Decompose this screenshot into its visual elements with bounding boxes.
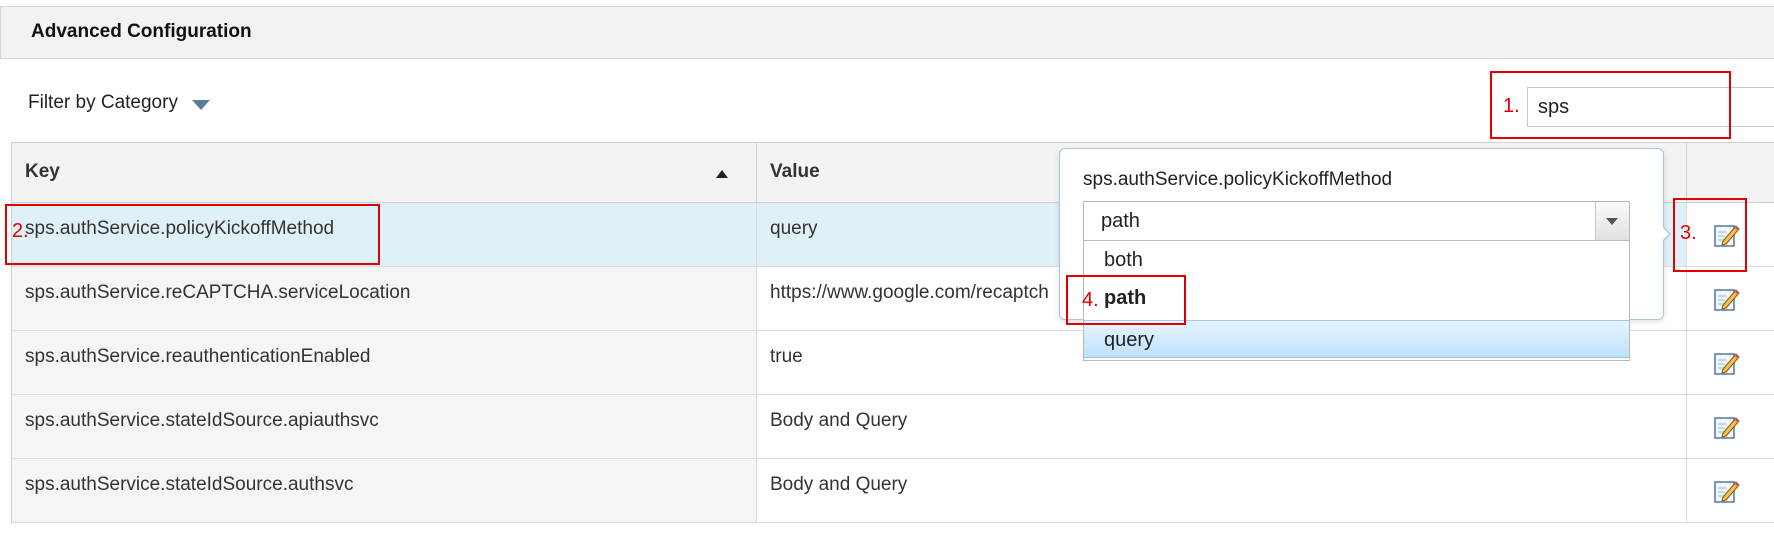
edit-icon[interactable] [1712,285,1740,313]
filter-label: Filter by Category [28,92,178,113]
annotation-box-1 [1490,71,1731,139]
key-text: sps.authService.reCAPTCHA.serviceLocatio… [25,282,411,303]
key-cell: sps.authService.stateIdSource.apiauthsvc [12,395,757,458]
caret-down-icon [191,99,210,110]
column-key-label: Key [25,161,60,182]
option-both[interactable]: both [1084,241,1629,279]
value-text: query [770,218,818,239]
key-cell: sps.authService.reCAPTCHA.serviceLocatio… [12,267,757,330]
annotation-box-2 [5,204,380,265]
key-text: sps.authService.reauthenticationEnabled [25,346,371,367]
sort-ascending-icon [716,170,728,178]
annotation-number-2: 2. [12,220,29,242]
value-cell: Body and Query [757,395,1686,458]
key-cell: sps.authService.stateIdSource.authsvc [12,459,757,522]
edit-icon[interactable] [1712,349,1740,377]
chevron-down-icon [1606,218,1618,225]
action-cell [1686,459,1774,522]
column-header-actions [1686,143,1774,202]
column-header-key[interactable]: Key [12,143,757,202]
annotation-number-1: 1. [1503,95,1520,117]
action-cell [1686,331,1774,394]
value-cell: Body and Query [757,459,1686,522]
filter-by-category-dropdown[interactable]: Filter by Category [28,92,210,114]
option-query[interactable]: query [1084,320,1629,358]
value-text: Body and Query [770,410,908,431]
column-value-label: Value [770,161,820,182]
key-text: sps.authService.stateIdSource.authsvc [25,474,354,495]
edit-icon[interactable] [1712,477,1740,505]
value-text: Body and Query [770,474,908,495]
key-cell: sps.authService.reauthenticationEnabled [12,331,757,394]
popover-arrow-inner [1662,227,1669,241]
annotation-number-3: 3. [1680,222,1697,244]
option-label: query [1104,329,1155,351]
value-select[interactable]: path [1083,201,1630,241]
key-text: sps.authService.stateIdSource.apiauthsvc [25,410,379,431]
table-row[interactable]: sps.authService.stateIdSource.apiauthsvc… [12,395,1774,459]
section-title: Advanced Configuration [31,21,252,42]
action-cell [1686,267,1774,330]
select-current-value: path [1101,210,1140,232]
value-text: true [770,346,803,367]
section-header: Advanced Configuration [0,6,1774,59]
select-toggle-button[interactable] [1595,202,1629,240]
value-text: https://www.google.com/recaptch [770,282,1049,303]
action-cell [1686,395,1774,458]
popover-title: sps.authService.policyKickoffMethod [1083,169,1393,190]
option-label: both [1104,249,1143,271]
table-row[interactable]: sps.authService.stateIdSource.authsvc Bo… [12,459,1774,523]
edit-icon[interactable] [1712,413,1740,441]
annotation-number-4: 4. [1082,289,1099,311]
